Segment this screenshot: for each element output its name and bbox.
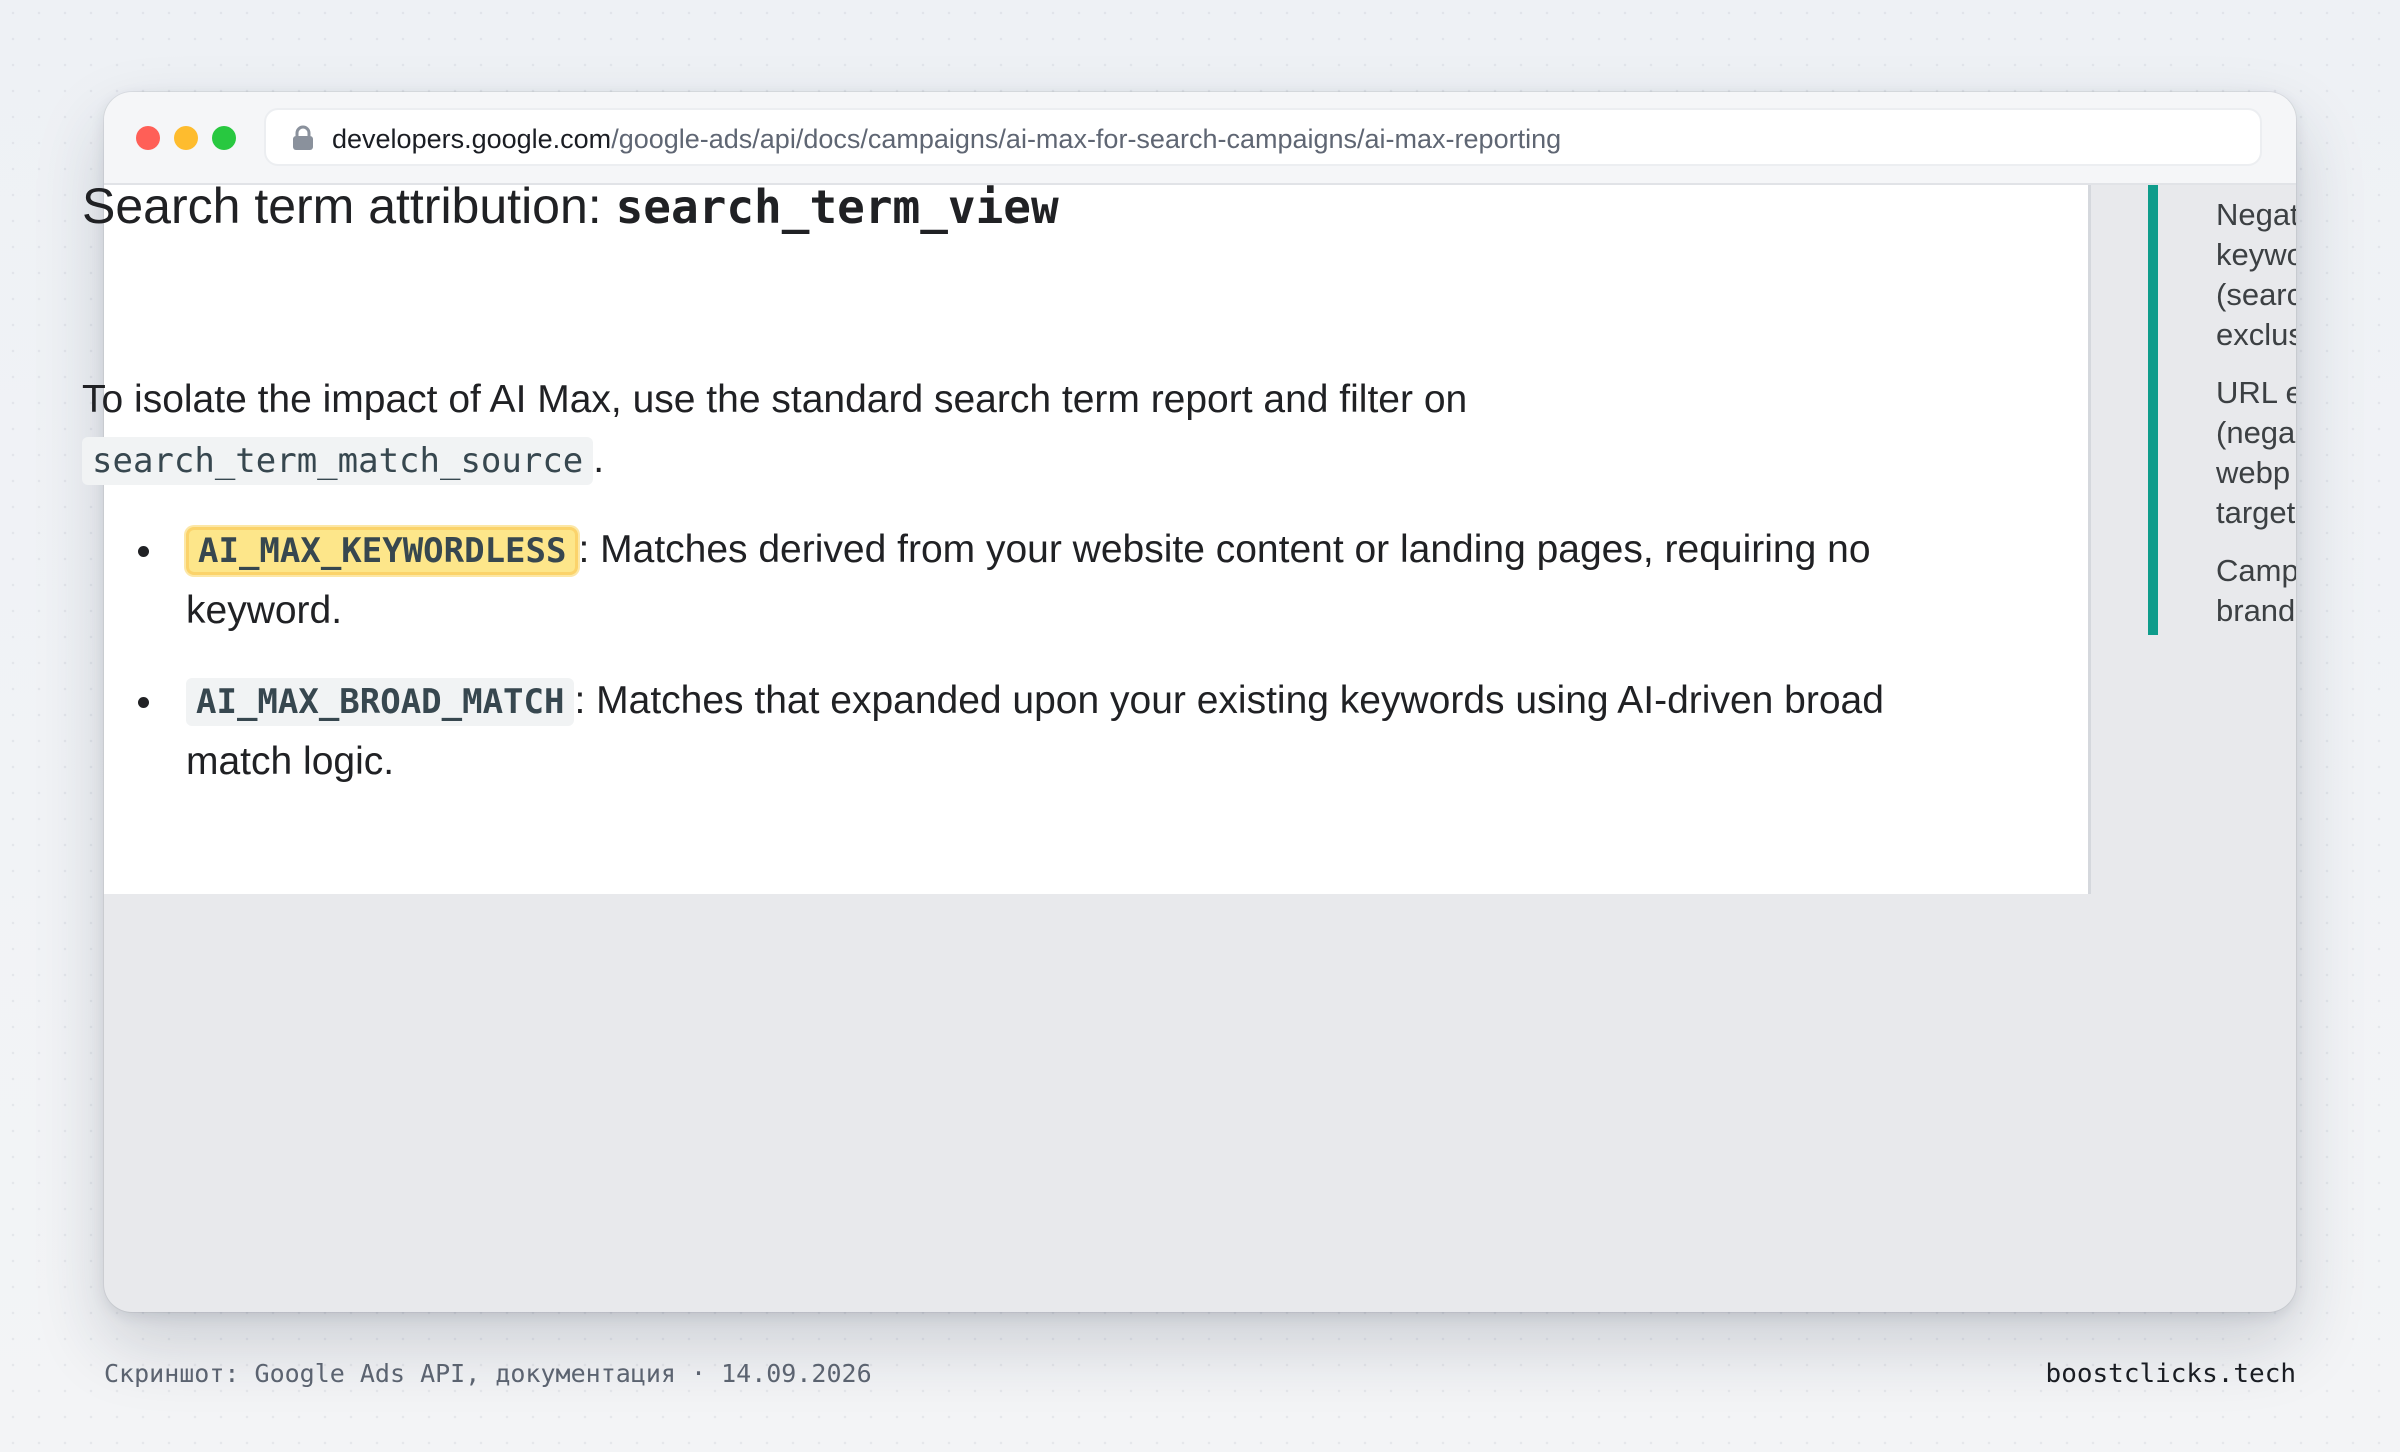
bullet-dot (138, 546, 149, 557)
heading-text: Search term attribution: (82, 178, 616, 234)
address-bar[interactable]: developers.google.com/google-ads/api/doc… (264, 108, 2262, 166)
intro-code: search_term_match_source (82, 437, 594, 485)
browser-titlebar: developers.google.com/google-ads/api/doc… (104, 92, 2296, 185)
sidebar-accent-bar (2148, 185, 2158, 635)
close-window-button[interactable] (136, 126, 160, 150)
screenshot-caption: Скриншот: Google Ads API, документация ·… (104, 1359, 872, 1388)
url-domain: developers.google.com (332, 124, 612, 154)
url-path: /google-ads/api/docs/campaigns/ai-max-fo… (611, 124, 1562, 154)
brand-label: boostclicks.tech (2045, 1359, 2296, 1389)
url-text[interactable]: developers.google.com/google-ads/api/doc… (332, 123, 1561, 155)
sidebar-list: Negat keywo (searc exclus URL e (nega we… (2216, 195, 2296, 649)
highlighted-code-keywordless: AI_MAX_KEYWORDLESS (186, 527, 579, 575)
intro-paragraph: To isolate the impact of AI Max, use the… (82, 370, 1902, 491)
heading-code: search_term_view (615, 180, 1059, 234)
right-sidebar: Negat keywo (searc exclus URL e (nega we… (2148, 185, 2296, 725)
minimize-window-button[interactable] (174, 126, 198, 150)
intro-end: . (593, 438, 605, 481)
list-item: AI_MAX_KEYWORDLESS: Matches derived from… (138, 520, 1986, 641)
bullet-dot (138, 697, 149, 708)
maximize-window-button[interactable] (212, 126, 236, 150)
list-item: AI_MAX_BROAD_MATCH: Matches that expande… (138, 671, 1986, 792)
intro-text: To isolate the impact of AI Max, use the… (82, 378, 1468, 421)
code-broad-match: AI_MAX_BROAD_MATCH (186, 678, 575, 726)
match-source-list: AI_MAX_KEYWORDLESS: Matches derived from… (138, 520, 1986, 822)
sidebar-item-url-exclusions[interactable]: URL e (nega webp target (2216, 373, 2296, 533)
lock-icon (292, 125, 314, 151)
sidebar-item-campaign-brand[interactable]: Camp brand (2216, 551, 2296, 631)
sidebar-item-negative-keywords[interactable]: Negat keywo (searc exclus (2216, 195, 2296, 355)
section-heading: Search term attribution: search_term_vie… (82, 176, 1059, 237)
